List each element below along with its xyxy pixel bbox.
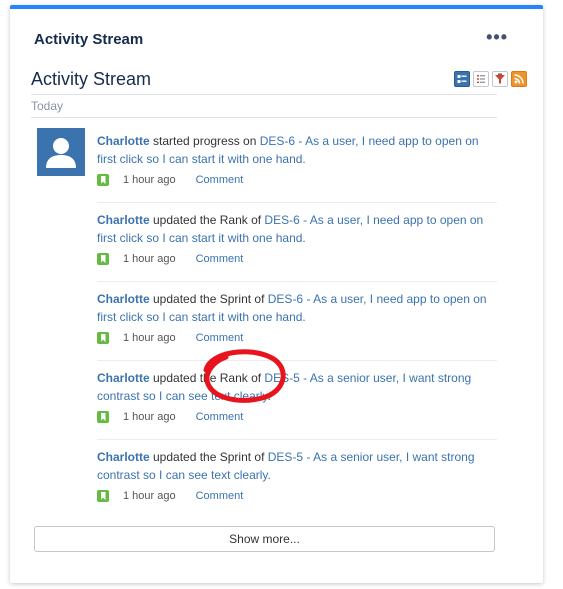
timestamp: 1 hour ago — [123, 253, 176, 265]
entry-meta: 1 hour ago Comment — [97, 411, 243, 423]
view-toolbar — [454, 71, 527, 87]
entry-divider — [97, 202, 497, 203]
user-link[interactable]: Charlotte — [97, 371, 150, 385]
story-type-icon — [97, 253, 109, 265]
timestamp: 1 hour ago — [123, 332, 176, 344]
list-view-glyph — [477, 75, 485, 83]
gadget-title: Activity Stream — [34, 31, 144, 48]
user-link[interactable]: Charlotte — [97, 134, 150, 148]
entry-meta: 1 hour ago Comment — [97, 490, 243, 502]
comment-link[interactable]: Comment — [196, 332, 244, 344]
comment-link[interactable]: Comment — [196, 253, 244, 265]
entry-action: updated the Sprint of — [149, 450, 268, 464]
timestamp: 1 hour ago — [123, 174, 176, 186]
user-link[interactable]: Charlotte — [97, 213, 150, 227]
list-view-icon[interactable] — [473, 71, 489, 87]
section-header-today: Today — [31, 94, 497, 118]
full-view-glyph — [457, 75, 467, 83]
rss-feed-icon[interactable] — [511, 71, 527, 87]
show-more-button[interactable]: Show more... — [34, 526, 495, 552]
filter-icon[interactable] — [492, 71, 508, 87]
timestamp: 1 hour ago — [123, 411, 176, 423]
entry-divider — [97, 439, 497, 440]
entry-action: updated the Rank of — [149, 371, 265, 385]
filter-glyph — [495, 73, 505, 84]
more-options-icon[interactable]: ••• — [486, 28, 508, 46]
entry-text: Charlotte updated the Rank of DES-6 - As… — [97, 212, 495, 247]
activity-entry: Charlotte updated the Sprint of DES-6 - … — [97, 291, 495, 344]
activity-entry: Charlotte updated the Sprint of DES-5 - … — [97, 449, 495, 502]
entry-action: updated the Rank of — [149, 213, 265, 227]
user-link[interactable]: Charlotte — [97, 450, 150, 464]
story-type-icon — [97, 490, 109, 502]
entry-action: started progress on — [149, 134, 260, 148]
avatar[interactable] — [37, 128, 85, 176]
entry-divider — [97, 360, 497, 361]
activity-entry: Charlotte updated the Rank of DES-6 - As… — [97, 212, 495, 265]
stream-title: Activity Stream — [31, 69, 152, 89]
story-type-icon — [97, 332, 109, 344]
story-type-icon — [97, 174, 109, 186]
comment-link[interactable]: Comment — [196, 490, 244, 502]
entry-meta: 1 hour ago Comment — [97, 253, 243, 265]
story-type-icon — [97, 411, 109, 423]
entry-text: Charlotte started progress on DES-6 - As… — [97, 133, 495, 168]
user-link[interactable]: Charlotte — [97, 292, 150, 306]
entry-meta: 1 hour ago Comment — [97, 174, 243, 186]
entry-meta: 1 hour ago Comment — [97, 332, 243, 344]
full-view-icon[interactable] — [454, 71, 470, 87]
comment-link[interactable]: Comment — [196, 411, 244, 423]
entry-tail: . — [267, 388, 271, 403]
comment-link[interactable]: Comment — [196, 174, 244, 186]
entry-text: Charlotte updated the Sprint of DES-6 - … — [97, 291, 495, 326]
rss-glyph — [514, 74, 524, 84]
activity-entry: Charlotte started progress on DES-6 - As… — [97, 133, 495, 186]
activity-entry: Charlotte updated the Rank of DES-5 - As… — [97, 370, 495, 423]
user-avatar-icon — [46, 138, 76, 168]
timestamp: 1 hour ago — [123, 490, 176, 502]
entry-action: updated the Sprint of — [149, 292, 268, 306]
section-label: Today — [31, 99, 64, 113]
entry-text: Charlotte updated the Rank of DES-5 - As… — [97, 370, 495, 405]
entry-divider — [97, 281, 497, 282]
entry-text: Charlotte updated the Sprint of DES-5 - … — [97, 449, 495, 484]
